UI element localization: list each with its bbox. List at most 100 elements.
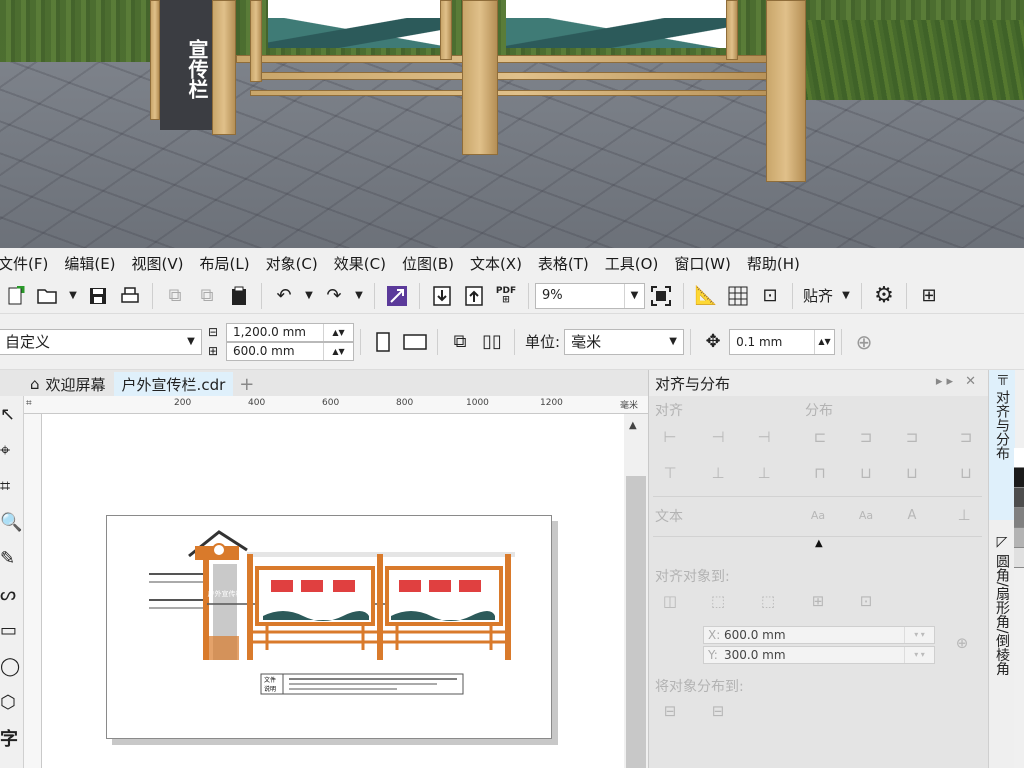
- corel-connect-icon[interactable]: [383, 282, 411, 310]
- menu-text[interactable]: 文本(X): [462, 253, 530, 274]
- shape-tool-icon[interactable]: ⌖: [0, 432, 24, 468]
- crop-tool-icon[interactable]: ⌗: [0, 468, 24, 504]
- distribute-spacing-h-icon[interactable]: ⊐: [901, 426, 923, 448]
- units-combo[interactable]: 毫米 ▼: [564, 328, 685, 355]
- polygon-tool-icon[interactable]: ⬡: [0, 684, 24, 720]
- paste-icon[interactable]: [225, 282, 253, 310]
- align-center-h-icon[interactable]: ⊣: [707, 426, 729, 448]
- tab-fillet-scallop-chamfer[interactable]: ◸ 圆角/扇形角/倒棱角: [989, 530, 1015, 730]
- color-palette[interactable]: [1014, 448, 1024, 768]
- artistic-media-tool-icon[interactable]: ᔕ: [0, 576, 24, 612]
- distribute-spacing-v-icon[interactable]: ⊔: [901, 462, 923, 484]
- export-icon[interactable]: [460, 282, 488, 310]
- open-dropdown-icon[interactable]: ▼: [66, 282, 80, 310]
- swatch-dark-gray[interactable]: [1014, 488, 1024, 508]
- menu-edit[interactable]: 编辑(E): [56, 253, 123, 274]
- zoom-level-combo[interactable]: 9% ▼: [535, 282, 645, 309]
- distribute-center-v-icon[interactable]: ⊔: [855, 462, 877, 484]
- undo-icon[interactable]: ↶: [270, 282, 298, 310]
- nudge-distance-field[interactable]: 0.1 mm ▲▼: [729, 328, 836, 355]
- ruler-origin-icon[interactable]: ⌗: [26, 398, 32, 409]
- distribute-top-icon[interactable]: ⊓: [809, 462, 831, 484]
- align-specified-point-icon[interactable]: ⊡: [855, 590, 877, 612]
- swatch-light-gray[interactable]: [1014, 528, 1024, 548]
- distribute-to-page-icon[interactable]: ⊟: [707, 700, 729, 722]
- snap-to-button[interactable]: 贴齐: [803, 285, 833, 306]
- menu-help[interactable]: 帮助(H): [739, 253, 808, 274]
- menu-layout[interactable]: 布局(L): [192, 253, 258, 274]
- swatch-black[interactable]: [1014, 468, 1024, 488]
- application-launcher-icon[interactable]: ⊞: [915, 282, 943, 310]
- drawing-page[interactable]: 户外宣传栏 文件 说明: [106, 515, 552, 739]
- redo-icon[interactable]: ↷: [320, 282, 348, 310]
- freehand-tool-icon[interactable]: ✎: [0, 540, 24, 576]
- docker-controls[interactable]: ▸▸ ✕: [936, 374, 980, 389]
- align-active-objects-icon[interactable]: ◫: [659, 590, 681, 612]
- scroll-up-icon[interactable]: ▲: [629, 420, 637, 431]
- text-last-baseline-icon[interactable]: Aa: [855, 504, 877, 526]
- publish-pdf-icon[interactable]: PDF ⊞: [492, 282, 520, 310]
- page-height-field[interactable]: 600.0 mm ▲▼: [226, 341, 354, 361]
- menu-tools[interactable]: 工具(O): [597, 253, 667, 274]
- distribute-left-icon[interactable]: ⊏: [809, 426, 831, 448]
- swatch-lighter-gray[interactable]: [1014, 548, 1024, 568]
- menu-effects[interactable]: 效果(C): [326, 253, 394, 274]
- add-preset-icon[interactable]: ⊕: [850, 328, 878, 356]
- align-bottom-icon[interactable]: ⊥: [753, 462, 775, 484]
- swatch-gray[interactable]: [1014, 508, 1024, 528]
- full-screen-preview-icon[interactable]: [647, 282, 675, 310]
- open-folder-icon[interactable]: [34, 282, 62, 310]
- pick-tool-icon[interactable]: ↖: [0, 396, 24, 432]
- scrollbar-thumb[interactable]: [626, 476, 646, 768]
- save-icon[interactable]: [84, 282, 112, 310]
- new-tab-button[interactable]: +: [233, 372, 260, 396]
- distribute-to-selection-icon[interactable]: ⊟: [659, 700, 681, 722]
- page-width-field[interactable]: 1,200.0 mm ▲▼: [226, 322, 354, 342]
- distribute-center-h-icon[interactable]: ⊐: [855, 426, 877, 448]
- align-page-center-icon[interactable]: ⬚: [757, 590, 779, 612]
- align-top-icon[interactable]: ⊤: [659, 462, 681, 484]
- distribute-bottom-icon[interactable]: ⊔: [955, 462, 977, 484]
- text-outline-icon[interactable]: ⊥: [953, 504, 975, 526]
- tab-document[interactable]: 户外宣传栏.cdr: [113, 372, 234, 396]
- menu-object[interactable]: 对象(C): [258, 253, 326, 274]
- text-first-baseline-icon[interactable]: Aa: [807, 504, 829, 526]
- page-size-preset-combo[interactable]: 自定义 ▼: [0, 328, 202, 355]
- distribute-right-icon[interactable]: ⊐: [955, 426, 977, 448]
- tab-align-distribute[interactable]: ⊫ 对齐与分布: [989, 370, 1015, 520]
- menu-table[interactable]: 表格(T): [530, 253, 597, 274]
- new-document-icon[interactable]: [2, 282, 30, 310]
- import-icon[interactable]: [428, 282, 456, 310]
- show-guidelines-icon[interactable]: ⊡: [756, 282, 784, 310]
- rectangle-tool-icon[interactable]: ▭: [0, 612, 24, 648]
- menu-window[interactable]: 窗口(W): [666, 253, 739, 274]
- current-page-icon[interactable]: ▯▯: [478, 328, 506, 356]
- collapse-arrow-icon[interactable]: ▲: [815, 538, 823, 549]
- nudge-spinner[interactable]: ▲▼: [814, 329, 834, 354]
- align-right-icon[interactable]: ⊣: [753, 426, 775, 448]
- menu-bitmaps[interactable]: 位图(B): [394, 253, 462, 274]
- align-x-field[interactable]: X: 600.0 mm ▾ ▾: [703, 626, 935, 644]
- print-icon[interactable]: [116, 282, 144, 310]
- align-left-icon[interactable]: ⊢: [659, 426, 681, 448]
- ellipse-tool-icon[interactable]: ◯: [0, 648, 24, 684]
- all-pages-icon[interactable]: ⧉: [446, 328, 474, 356]
- copy-icon[interactable]: ⧉: [193, 282, 221, 310]
- swatch-white[interactable]: [1014, 448, 1024, 468]
- text-bounding-box-icon[interactable]: A: [901, 504, 923, 526]
- snap-dropdown-icon[interactable]: ▼: [839, 282, 853, 310]
- menu-file[interactable]: 文件(F): [0, 253, 56, 274]
- menu-view[interactable]: 视图(V): [124, 253, 192, 274]
- align-center-v-icon[interactable]: ⊥: [707, 462, 729, 484]
- show-grid-icon[interactable]: [724, 282, 752, 310]
- point-picker-icon[interactable]: ⊕: [951, 632, 973, 654]
- width-spinner[interactable]: ▲▼: [323, 323, 353, 341]
- show-rulers-icon[interactable]: 📐: [692, 282, 720, 310]
- height-spinner[interactable]: ▲▼: [323, 342, 353, 360]
- landscape-icon[interactable]: [401, 328, 429, 356]
- zoom-tool-icon[interactable]: 🔍: [0, 504, 24, 540]
- tab-welcome-screen[interactable]: ⌂ 欢迎屏幕: [0, 372, 114, 396]
- align-grid-icon[interactable]: ⊞: [807, 590, 829, 612]
- vertical-scrollbar[interactable]: ▲: [624, 414, 648, 768]
- cut-icon[interactable]: ⧉: [161, 282, 189, 310]
